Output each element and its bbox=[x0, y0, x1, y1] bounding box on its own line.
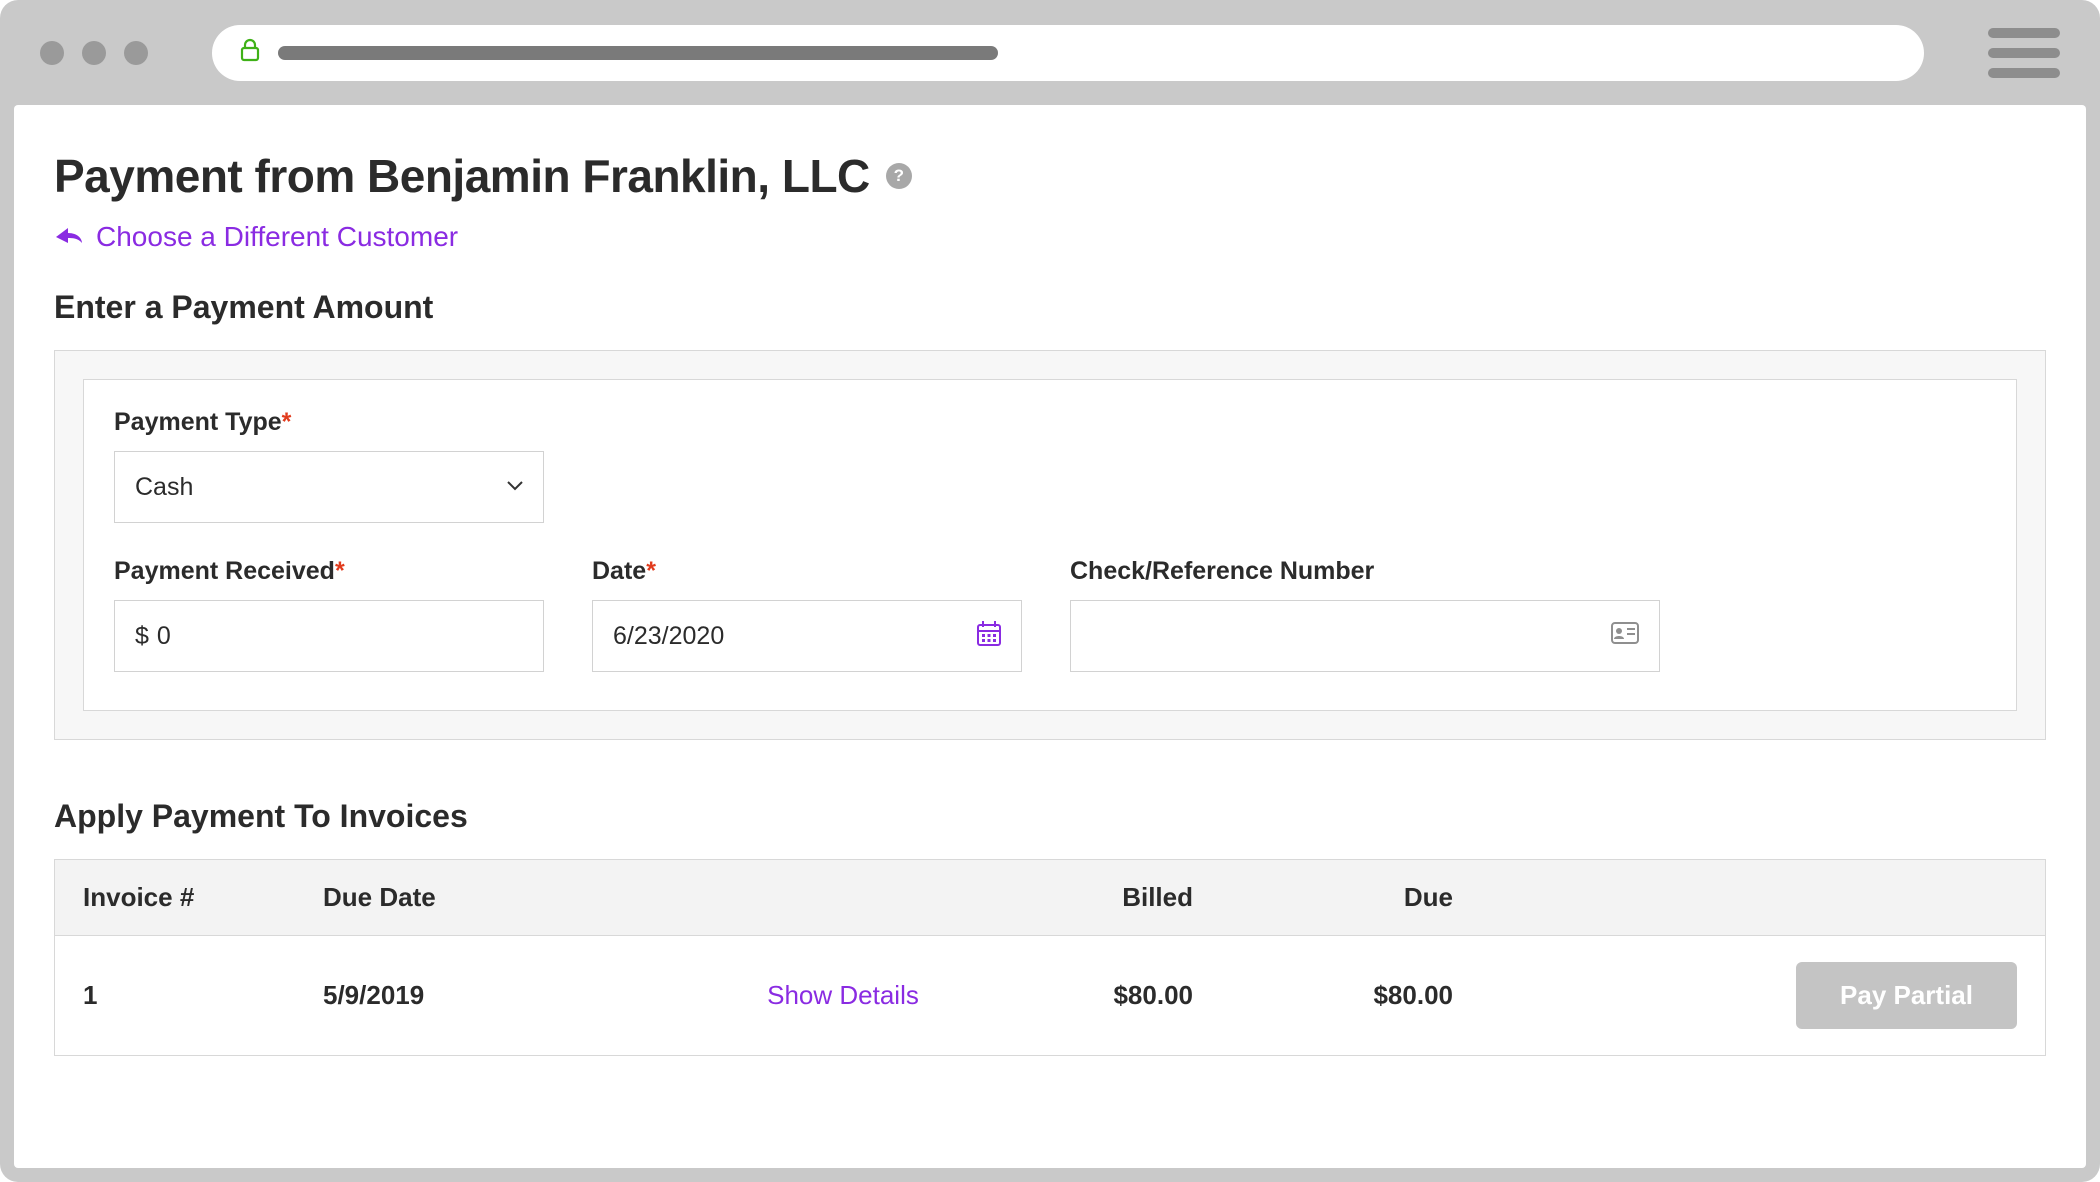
browser-frame: Payment from Benjamin Franklin, LLC ? Ch… bbox=[0, 0, 2100, 1182]
browser-chrome-top bbox=[0, 0, 2100, 105]
date-label: Date* bbox=[592, 557, 1022, 586]
cell-due: $80.00 bbox=[1253, 980, 1513, 1011]
reference-label: Check/Reference Number bbox=[1070, 557, 1660, 586]
cell-billed: $80.00 bbox=[993, 980, 1253, 1011]
pay-partial-button[interactable]: Pay Partial bbox=[1796, 962, 2017, 1029]
window-controls bbox=[40, 41, 148, 65]
required-asterisk: * bbox=[335, 557, 345, 585]
col-billed: Billed bbox=[993, 882, 1253, 913]
choose-different-customer-link[interactable]: Choose a Different Customer bbox=[96, 221, 458, 253]
back-link-row: Choose a Different Customer bbox=[54, 221, 2046, 253]
page-title: Payment from Benjamin Franklin, LLC bbox=[54, 149, 870, 203]
window-maximize-dot[interactable] bbox=[124, 41, 148, 65]
help-icon[interactable]: ? bbox=[886, 163, 912, 189]
calendar-icon[interactable] bbox=[977, 620, 1001, 653]
required-asterisk: * bbox=[646, 557, 656, 585]
url-bar[interactable] bbox=[212, 25, 1924, 81]
payment-received-label: Payment Received* bbox=[114, 557, 544, 586]
date-group: Date* bbox=[592, 557, 1022, 672]
date-input[interactable] bbox=[613, 622, 977, 651]
show-details-link[interactable]: Show Details bbox=[693, 980, 993, 1011]
currency-prefix: $ bbox=[135, 622, 149, 651]
hamburger-menu-icon[interactable] bbox=[1988, 28, 2060, 78]
id-card-icon[interactable] bbox=[1611, 622, 1639, 651]
cell-action: Pay Partial bbox=[1513, 962, 2017, 1029]
col-invoice-num: Invoice # bbox=[83, 882, 323, 913]
invoice-table-header: Invoice # Due Date Billed Due bbox=[55, 860, 2045, 936]
invoice-table: Invoice # Due Date Billed Due 1 5/9/2019… bbox=[54, 859, 2046, 1056]
payment-received-group: Payment Received* $ bbox=[114, 557, 544, 672]
reference-input[interactable] bbox=[1091, 622, 1611, 651]
payment-form-inner: Payment Type* Cash Payment Received* bbox=[83, 379, 2017, 711]
cell-invoice-num: 1 bbox=[83, 980, 323, 1011]
url-placeholder bbox=[278, 46, 998, 60]
payment-received-input-wrap[interactable]: $ bbox=[114, 600, 544, 672]
apply-payment-heading: Apply Payment To Invoices bbox=[54, 798, 2046, 835]
payment-form-row-2: Payment Received* $ Date* bbox=[114, 523, 1986, 672]
payment-type-select[interactable]: Cash bbox=[114, 451, 544, 523]
page-title-row: Payment from Benjamin Franklin, LLC ? bbox=[54, 149, 2046, 203]
cell-due-date: 5/9/2019 bbox=[323, 980, 693, 1011]
payment-received-input[interactable] bbox=[157, 622, 523, 651]
chevron-down-icon bbox=[507, 478, 523, 496]
window-close-dot[interactable] bbox=[40, 41, 64, 65]
enter-payment-heading: Enter a Payment Amount bbox=[54, 289, 2046, 326]
payment-type-value: Cash bbox=[135, 473, 193, 502]
lock-icon bbox=[240, 38, 260, 67]
payment-type-group: Payment Type* Cash bbox=[114, 408, 1986, 523]
col-due-date: Due Date bbox=[323, 882, 693, 913]
reply-arrow-icon bbox=[54, 225, 84, 250]
payment-received-label-text: Payment Received bbox=[114, 557, 335, 585]
window-minimize-dot[interactable] bbox=[82, 41, 106, 65]
required-asterisk: * bbox=[282, 408, 292, 436]
col-due: Due bbox=[1253, 882, 1513, 913]
payment-type-label-text: Payment Type bbox=[114, 408, 282, 436]
table-row: 1 5/9/2019 Show Details $80.00 $80.00 Pa… bbox=[55, 936, 2045, 1055]
date-input-wrap[interactable] bbox=[592, 600, 1022, 672]
payment-form-outer: Payment Type* Cash Payment Received* bbox=[54, 350, 2046, 740]
reference-group: Check/Reference Number bbox=[1070, 557, 1660, 672]
date-label-text: Date bbox=[592, 557, 646, 585]
payment-type-label: Payment Type* bbox=[114, 408, 1986, 437]
page-content: Payment from Benjamin Franklin, LLC ? Ch… bbox=[14, 105, 2086, 1168]
reference-input-wrap[interactable] bbox=[1070, 600, 1660, 672]
